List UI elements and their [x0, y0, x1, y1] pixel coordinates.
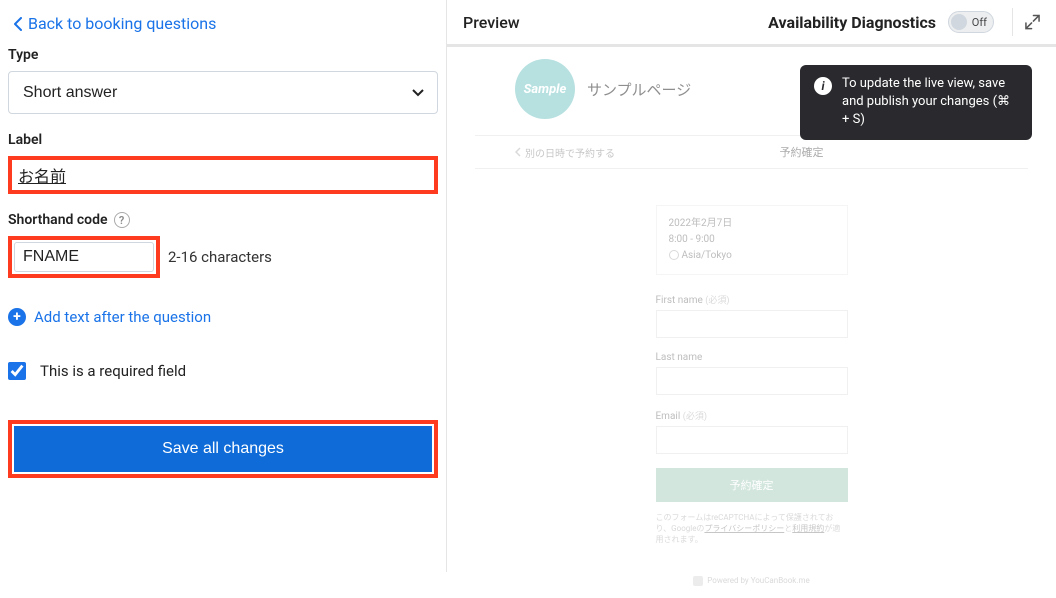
add-text-label: Add text after the question: [34, 308, 211, 326]
save-all-changes-button[interactable]: Save all changes: [14, 426, 432, 472]
booking-time: 8:00 - 9:00: [669, 232, 835, 248]
expand-icon: [1025, 14, 1040, 30]
type-select[interactable]: Short answer: [8, 71, 438, 114]
globe-icon: [669, 250, 679, 260]
first-name-label: First name (必須): [656, 293, 848, 306]
booking-tz: Asia/Tokyo: [669, 248, 835, 264]
label-highlight: [8, 156, 438, 194]
label-input[interactable]: [14, 162, 432, 188]
info-icon: i: [814, 77, 832, 95]
label-label: Label: [8, 132, 438, 148]
toggle-knob: [951, 14, 967, 30]
diagnostics-label: Availability Diagnostics: [768, 13, 936, 32]
diagnostics-toggle[interactable]: Off: [948, 11, 994, 33]
last-name-input: [656, 367, 848, 395]
shorthand-highlight: [8, 236, 160, 278]
help-icon[interactable]: ?: [114, 212, 130, 228]
tooltip-text: To update the live view, save and publis…: [842, 75, 1018, 130]
add-text-after-question-link[interactable]: + Add text after the question: [8, 308, 211, 326]
sample-header-title: 予約確定: [615, 144, 988, 160]
back-link-text: Back to booking questions: [28, 14, 216, 33]
save-highlight: Save all changes: [8, 420, 438, 478]
sample-logo: Sample: [515, 59, 575, 119]
sample-page-title: サンプルページ: [587, 79, 691, 100]
terms-link: 利用規約: [792, 524, 824, 533]
save-publish-tooltip: i To update the live view, save and publ…: [800, 65, 1032, 140]
required-checkbox[interactable]: [8, 362, 26, 380]
brand-badge-icon: [693, 576, 703, 586]
last-name-label: Last name: [656, 352, 848, 363]
powered-by: Powered by YouCanBook.me: [656, 576, 848, 586]
back-to-questions-link[interactable]: Back to booking questions: [8, 14, 216, 33]
booking-date: 2022年2月7日: [669, 216, 835, 232]
shorthand-input[interactable]: [14, 242, 154, 272]
plus-circle-icon: +: [8, 308, 26, 326]
email-label: Email (必須): [656, 409, 848, 422]
type-label: Type: [8, 47, 438, 63]
booking-summary: 2022年2月7日 8:00 - 9:00 Asia/Tokyo: [656, 205, 848, 275]
email-input: [656, 426, 848, 454]
shorthand-hint: 2-16 characters: [168, 248, 272, 266]
sample-back-link: 別の日時で予約する: [515, 145, 615, 160]
editor-panel: Back to booking questions Type Short ans…: [0, 0, 446, 572]
first-name-input: [656, 310, 848, 338]
preview-title: Preview: [463, 13, 756, 32]
required-label: This is a required field: [40, 362, 186, 380]
confirm-button: 予約確定: [656, 468, 848, 502]
preview-panel: Preview Availability Diagnostics Off i T…: [446, 0, 1056, 572]
expand-preview-button[interactable]: [1012, 8, 1040, 36]
chevron-left-icon: [14, 17, 22, 31]
recaptcha-notice: このフォームはreCAPTCHAによって保護されており、Googleのプライバシ…: [656, 512, 848, 546]
shorthand-label: Shorthand code ?: [8, 212, 438, 228]
chevron-left-icon: [515, 147, 521, 157]
toggle-state-label: Off: [972, 16, 987, 29]
preview-header: Preview Availability Diagnostics Off: [447, 0, 1056, 47]
privacy-link: プライバシーポリシー: [704, 524, 784, 533]
